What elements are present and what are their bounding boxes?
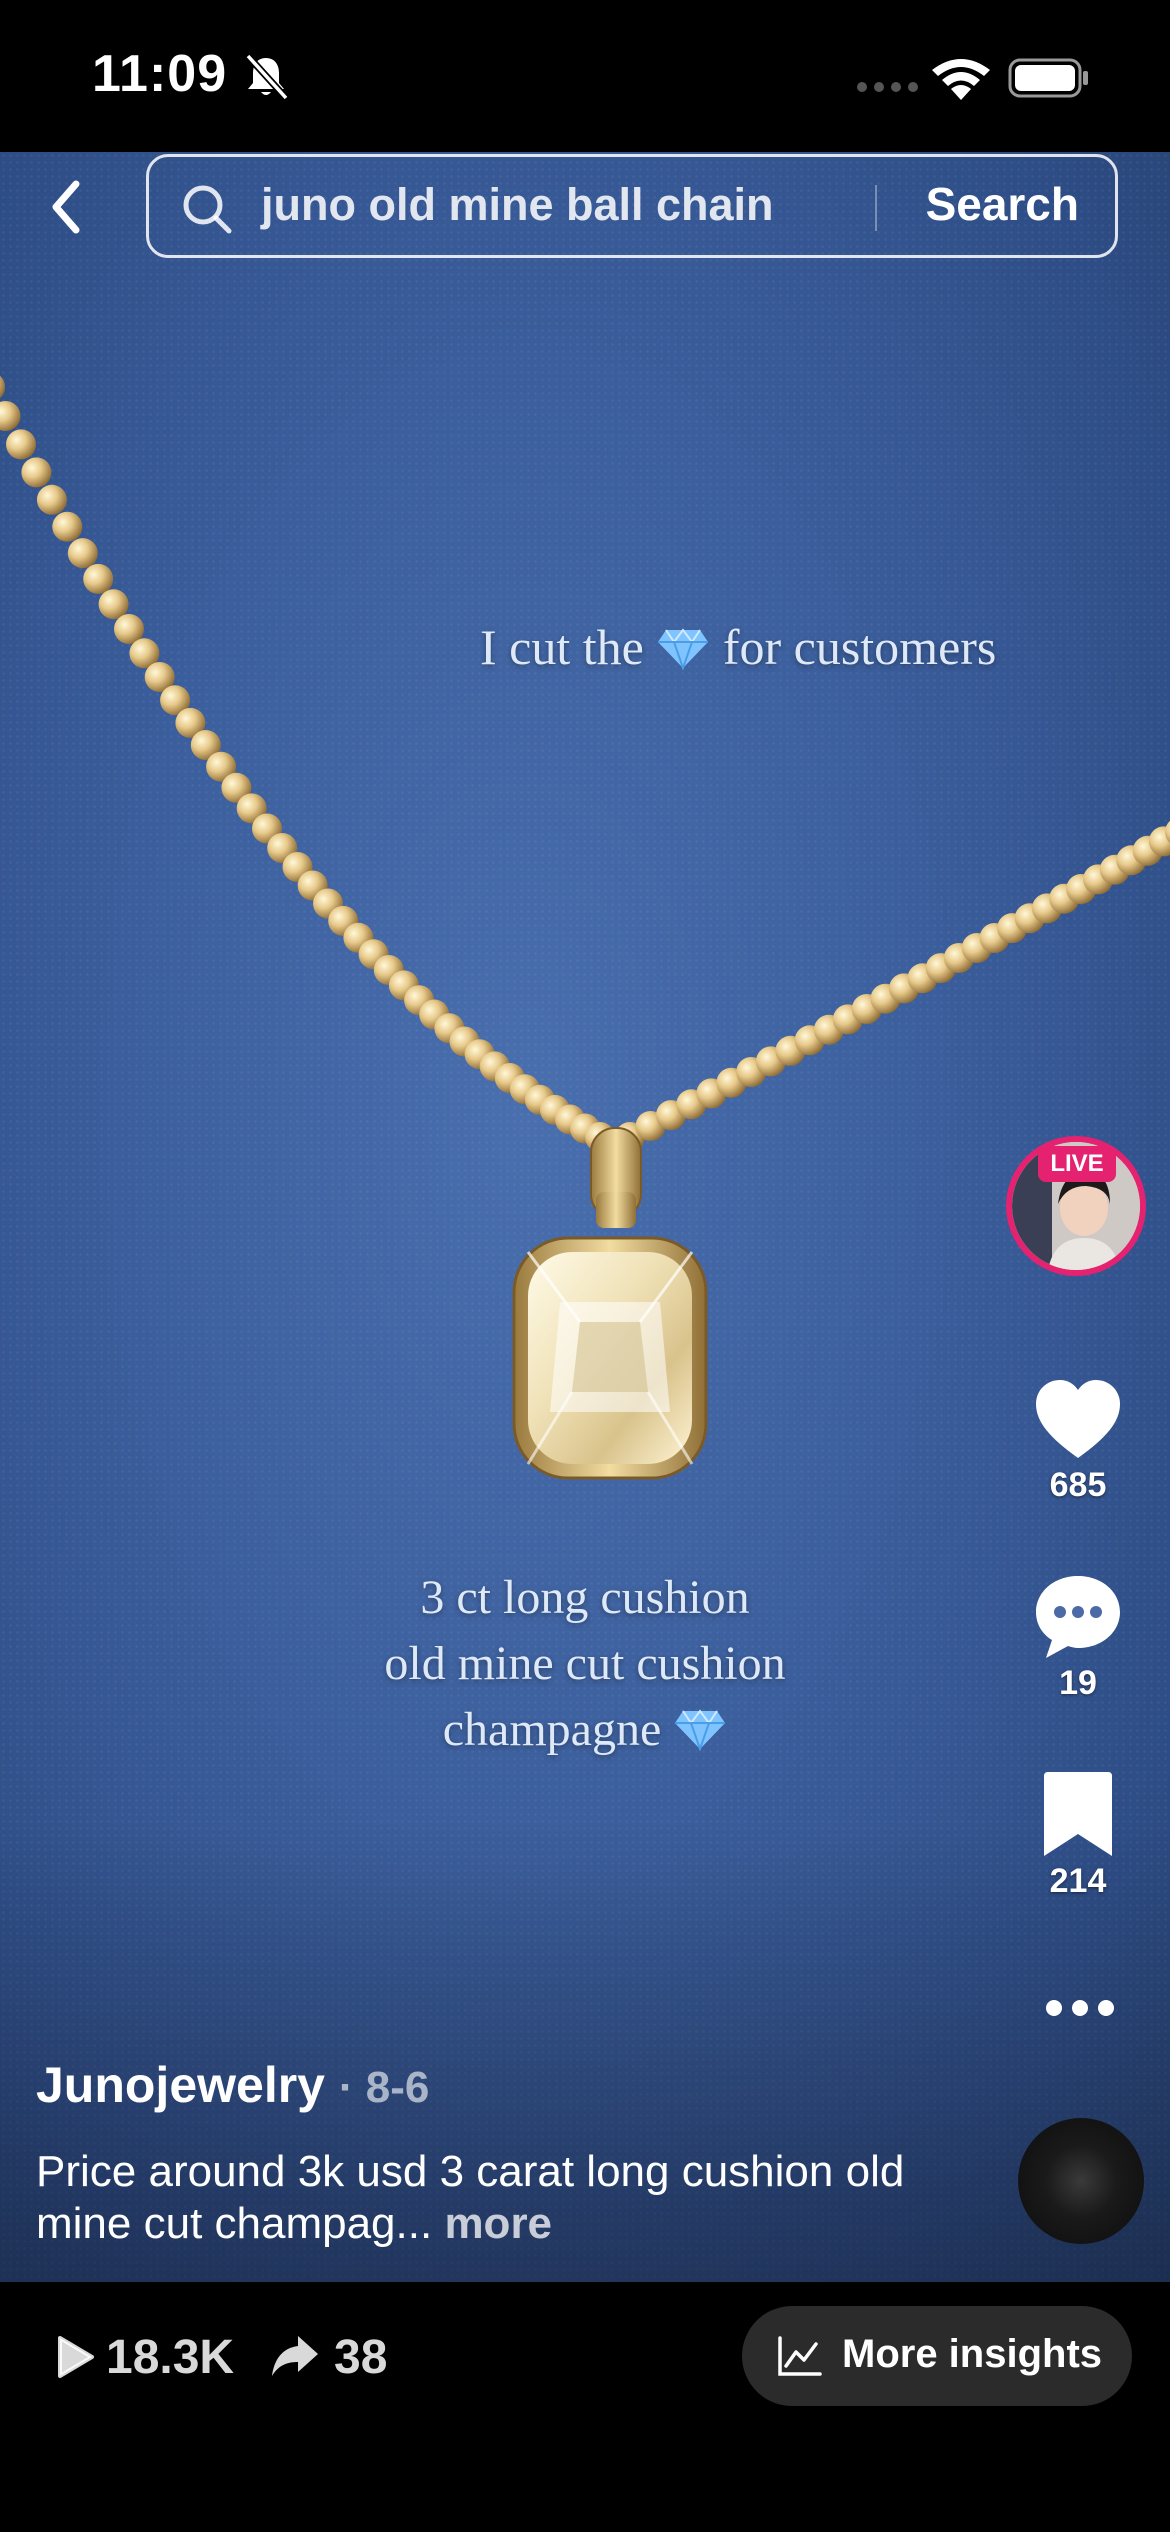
comment-icon[interactable] <box>1030 1568 1126 1664</box>
overlay-caption-top: I cut the for customers <box>480 618 1080 676</box>
video-player[interactable] <box>0 152 1170 2282</box>
views-count: 18.3K <box>106 2331 235 2384</box>
gem-icon <box>658 628 709 670</box>
comments-count: 19 <box>1059 1664 1097 1702</box>
search-divider <box>875 185 877 231</box>
search-bar[interactable]: juno old mine ball chain Search <box>146 154 1118 258</box>
more-link[interactable]: more <box>444 2199 552 2248</box>
more-insights-button[interactable]: More insights <box>742 2306 1132 2406</box>
overlay-caption-top-after: for customers <box>722 619 997 675</box>
chain-bead <box>0 401 21 431</box>
overlay-caption-line1: 3 ct long cushion <box>420 1571 750 1624</box>
saves-count: 214 <box>1049 1862 1107 1900</box>
post-date: · 8-6 <box>338 2063 430 2112</box>
live-badge: LIVE <box>1038 1146 1116 1182</box>
share-icon[interactable] <box>270 2332 320 2380</box>
overlay-caption-line2: old mine cut cushion <box>384 1637 786 1690</box>
back-button[interactable] <box>38 172 98 242</box>
author-line: Junojewelry · 8-6 <box>36 2056 429 2114</box>
author-name[interactable]: Junojewelry <box>36 2057 325 2113</box>
chain-bead <box>21 457 52 488</box>
likes-count: 685 <box>1049 1466 1107 1504</box>
wifi-icon <box>932 59 990 100</box>
overlay-caption-top-before: I cut the <box>480 619 644 675</box>
chain-bead <box>6 429 36 460</box>
status-bar: 11:09 <box>0 0 1170 152</box>
chain-bead <box>0 375 5 399</box>
chain-bead <box>98 589 129 620</box>
search-button[interactable]: Search <box>926 177 1079 231</box>
signal-icon <box>857 82 918 92</box>
search-icon <box>183 185 232 234</box>
post-description[interactable]: Price around 3k usd 3 carat long cushion… <box>36 2146 976 2250</box>
play-icon <box>58 2336 94 2378</box>
bookmark-icon[interactable] <box>1030 1766 1126 1862</box>
battery-icon <box>1008 58 1088 98</box>
chain-bead <box>52 511 83 542</box>
search-input[interactable]: juno old mine ball chain <box>261 179 774 231</box>
overlay-caption-bottom: 3 ct long cushion old mine cut cushion c… <box>300 1565 870 1763</box>
status-time: 11:09 <box>92 45 228 103</box>
more-icon[interactable] <box>1044 1990 1116 2026</box>
chain-bead <box>36 484 67 515</box>
chain-bead <box>83 563 114 594</box>
chain-bead <box>67 538 98 569</box>
gem-icon <box>675 1709 726 1751</box>
overlay-caption-line3: champagne <box>442 1703 662 1756</box>
overlay-caption-line3-wrap: champagne <box>300 1697 870 1763</box>
ball-chain <box>0 375 1170 1152</box>
music-disc[interactable] <box>1018 2118 1144 2244</box>
heart-icon[interactable] <box>1030 1372 1126 1468</box>
bell-off-icon <box>245 53 289 101</box>
more-insights-label: More insights <box>842 2332 1103 2376</box>
shares-count: 38 <box>334 2331 388 2384</box>
chart-icon <box>778 2336 822 2376</box>
